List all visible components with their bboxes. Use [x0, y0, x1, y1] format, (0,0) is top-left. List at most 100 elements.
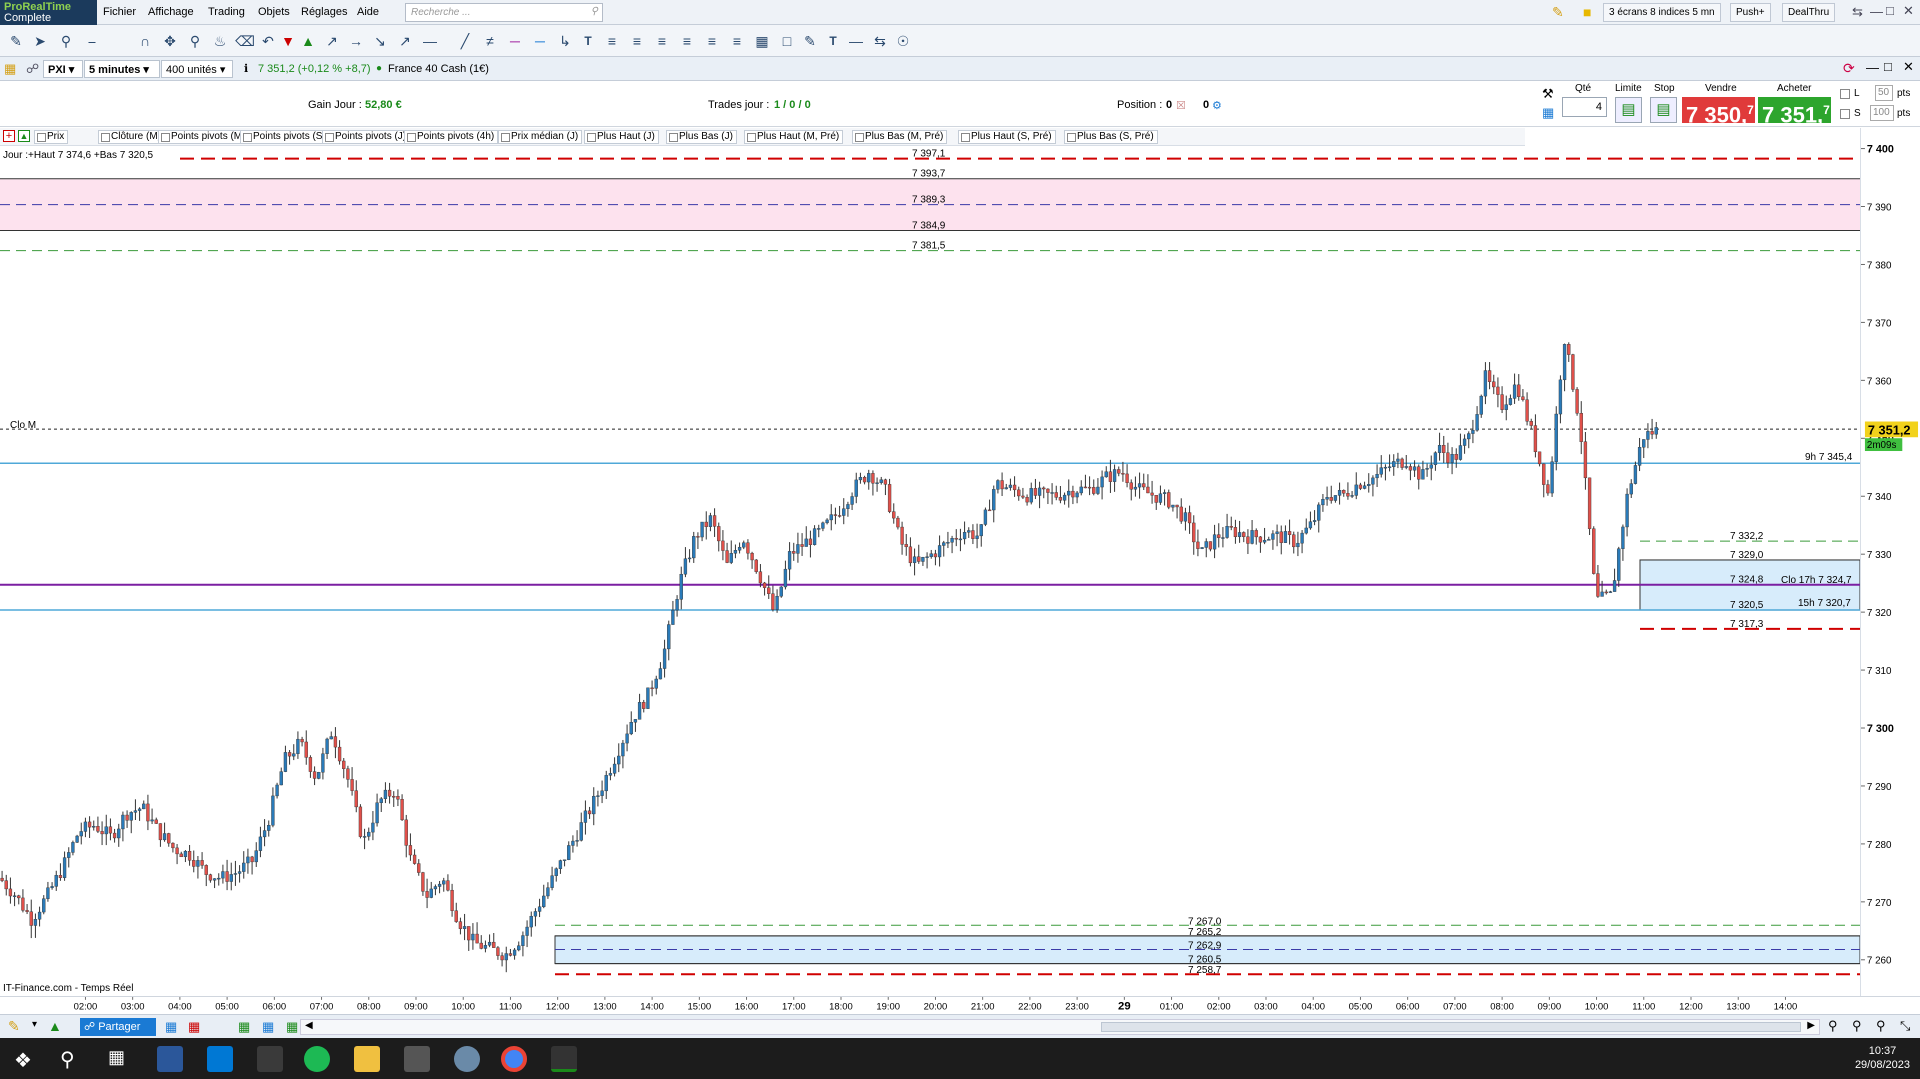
search-input[interactable]: Recherche ... ⚲ — [405, 3, 603, 22]
indicator-toggle[interactable]: Plus Bas (M, Pré) — [852, 130, 948, 144]
zoom-out-icon[interactable]: ⚲ — [1852, 1018, 1862, 1034]
buy-button[interactable]: 7 351,7 — [1758, 97, 1831, 127]
chart-style-icon[interactable]: ▲ — [48, 1018, 62, 1034]
bell-tool-icon[interactable]: ♨ — [210, 31, 230, 51]
maximize-icon[interactable]: □ — [1886, 3, 1894, 18]
task-view-icon[interactable]: ▦ — [108, 1047, 125, 1068]
indicator-toggle[interactable]: Clôture (M) — [98, 130, 166, 144]
timeframe-select[interactable]: 5 minutes ▾ — [84, 60, 160, 78]
l-checkbox[interactable] — [1840, 89, 1850, 99]
menu-reglages[interactable]: Réglages — [301, 6, 347, 18]
zoom-in-tool-icon[interactable]: ⚲ — [185, 31, 205, 51]
drawing-mode-dropdown-icon[interactable]: ▾ — [32, 1019, 37, 1030]
drawing-mode-icon[interactable]: ✎ — [8, 1018, 20, 1035]
scroll-right-icon[interactable]: ▶ — [1807, 1020, 1815, 1031]
dealthru-button[interactable]: DealThru — [1782, 3, 1836, 22]
brush-tool-icon[interactable]: ✎ — [800, 31, 820, 51]
instrument-code-select[interactable]: PXI ▾ — [43, 60, 83, 78]
search-icon[interactable]: ⚲ — [591, 6, 598, 17]
line-tool-icon[interactable]: — — [420, 31, 440, 51]
fib-arc-tool-icon[interactable]: ≡ — [677, 31, 697, 51]
window-restore-icon[interactable]: ⇆ — [1852, 4, 1863, 20]
indicator-toggle[interactable]: Plus Haut (S, Pré) — [958, 130, 1056, 144]
buy-arrow-tool-icon[interactable]: ▲ — [298, 31, 318, 51]
indicator-toggle[interactable]: Prix médian (J) — [498, 130, 583, 144]
add-indicator-icon[interactable]: + — [3, 130, 15, 142]
word-app-icon[interactable] — [157, 1046, 183, 1072]
scroll-left-icon[interactable]: ◀ — [305, 1020, 313, 1031]
trash-tool-icon[interactable]: ⌫ — [235, 31, 255, 51]
channel-tool-icon[interactable]: ≠ — [480, 31, 500, 51]
indicator-toggle[interactable]: Prix — [34, 130, 69, 144]
cursor-tool-icon[interactable]: ➤ — [30, 31, 50, 51]
menu-fichier[interactable]: Fichier — [103, 6, 136, 18]
diagonal-tool-icon[interactable]: ╱ — [455, 31, 475, 51]
menu-trading[interactable]: Trading — [208, 6, 245, 18]
link-icon[interactable]: ☍ — [26, 61, 39, 77]
fib-ext-tool-icon[interactable]: ≡ — [627, 31, 647, 51]
sell-button[interactable]: 7 350,7 — [1682, 97, 1755, 127]
prorealtime-app-icon[interactable] — [551, 1046, 577, 1072]
hray-tool-icon[interactable]: ↳ — [555, 31, 575, 51]
chart-close-icon[interactable]: ✕ — [1903, 59, 1914, 75]
indicator-toggle[interactable]: Points pivots (J) — [322, 130, 411, 144]
sep-line-tool-icon[interactable]: — — [846, 31, 866, 51]
gann-tool-icon[interactable]: ▦ — [752, 31, 772, 51]
auto-scale-icon[interactable]: ⤡ — [1900, 1018, 1910, 1034]
zoom-fit-icon[interactable]: ⚲ — [1828, 1018, 1838, 1034]
measure-tool-icon[interactable]: ⇆ — [870, 31, 890, 51]
export-icon[interactable]: ▦ — [188, 1019, 200, 1035]
explorer-drive-icon[interactable] — [257, 1046, 283, 1072]
screenshot-icon[interactable]: ▦ — [165, 1019, 177, 1035]
sell-arrow-tool-icon[interactable]: ▼ — [278, 31, 298, 51]
zoom-in-icon[interactable]: ⚲ — [1876, 1018, 1886, 1034]
taskbar-search-icon[interactable]: ⚲ — [60, 1047, 75, 1072]
s-checkbox[interactable] — [1840, 109, 1850, 119]
arrow-tool-icon[interactable]: ↗ — [322, 31, 342, 51]
minimize-icon[interactable]: — — [1870, 4, 1883, 19]
backtest-icon[interactable]: ▦ — [262, 1019, 274, 1035]
label-tool-icon[interactable]: T — [823, 31, 843, 51]
indicator-toggle[interactable]: Plus Haut (J) — [584, 130, 659, 144]
fib-tool-icon[interactable]: ≡ — [602, 31, 622, 51]
refresh-icon[interactable]: ⟳ — [1843, 60, 1855, 77]
fib-fan-tool-icon[interactable]: ≡ — [652, 31, 672, 51]
chart-maximize-icon[interactable]: □ — [1884, 59, 1892, 74]
fib-time-tool-icon[interactable]: ≡ — [702, 31, 722, 51]
cycles-tool-icon[interactable]: ☉ — [893, 31, 913, 51]
price-axis[interactable]: 7 4007 3907 3807 3707 3607 3507 3407 330… — [1860, 128, 1920, 996]
zoom-tool-icon[interactable]: ⚲ — [56, 31, 76, 51]
indicator-toggle[interactable]: Plus Bas (S, Pré) — [1064, 130, 1158, 144]
indicator-toggle[interactable]: Points pivots (4h) — [404, 130, 499, 144]
chrome-app-icon[interactable] — [501, 1046, 527, 1072]
pencil-tool-icon[interactable]: ✎ — [6, 31, 26, 51]
position-settings-icon[interactable]: ⚙ — [1212, 99, 1222, 112]
menu-affichage[interactable]: Affichage — [148, 6, 194, 18]
chart-minimize-icon[interactable]: — — [1866, 60, 1879, 75]
scrollbar-thumb[interactable] — [1101, 1022, 1801, 1032]
layout-button[interactable]: 3 écrans 8 indices 5 mn — [1603, 3, 1721, 22]
indicator-settings-icon[interactable]: ▲ — [18, 130, 30, 142]
indicator-toggle[interactable]: Points pivots (M) — [158, 130, 250, 144]
pitchfork-tool-icon[interactable]: ≡ — [727, 31, 747, 51]
proorder-icon[interactable]: ▦ — [286, 1019, 298, 1035]
ruler-tool-icon[interactable]: ⎯ — [82, 31, 102, 51]
rectangle-tool-icon[interactable]: □ — [777, 31, 797, 51]
settings-app-icon[interactable] — [454, 1046, 480, 1072]
spotify-app-icon[interactable] — [304, 1046, 330, 1072]
horizontal-scrollbar[interactable]: ◀ ▶ — [300, 1019, 1820, 1035]
move-tool-icon[interactable]: ✥ — [160, 31, 180, 51]
file-explorer-icon[interactable] — [354, 1046, 380, 1072]
wrench-icon[interactable]: ⚒ — [1542, 86, 1554, 102]
magnet-tool-icon[interactable]: ∩ — [135, 31, 155, 51]
limit-order-button[interactable]: ▤ — [1615, 97, 1642, 123]
info-icon[interactable]: ℹ — [244, 62, 248, 75]
stop-order-button[interactable]: ▤ — [1650, 97, 1677, 123]
segment-tool-icon[interactable]: ↘ — [370, 31, 390, 51]
menu-objets[interactable]: Objets — [258, 6, 290, 18]
units-select[interactable]: 400 unités ▾ — [161, 60, 233, 78]
store-app-icon[interactable] — [207, 1046, 233, 1072]
indicator-toggle[interactable]: Plus Haut (M, Pré) — [744, 130, 844, 144]
qty-input[interactable]: 4 — [1562, 97, 1607, 117]
hline-purple-tool-icon[interactable]: ─ — [505, 31, 525, 51]
